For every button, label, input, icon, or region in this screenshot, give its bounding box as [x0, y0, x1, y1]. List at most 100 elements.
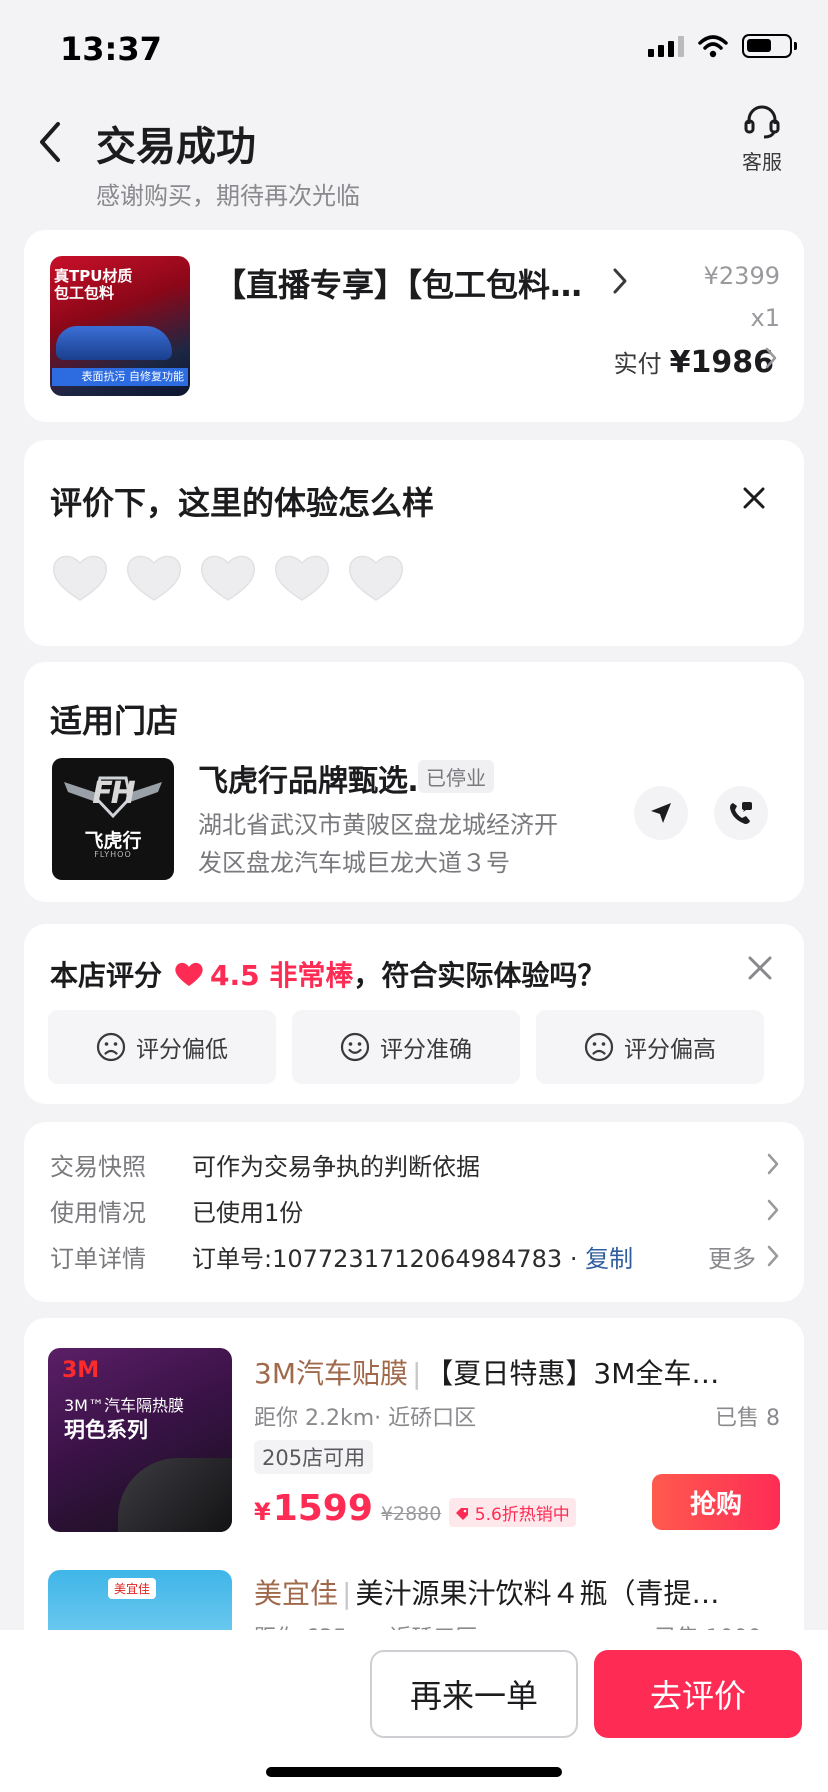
recommendation-title[interactable]: 3M汽车贴膜 | 【夏日特惠】3M全车…	[254, 1352, 719, 1392]
more-button[interactable]: 更多	[708, 1239, 756, 1274]
home-indicator[interactable]	[266, 1767, 562, 1777]
score-low-button[interactable]: 评分偏低	[48, 1010, 276, 1084]
close-icon[interactable]	[746, 954, 774, 982]
page-subtitle: 感谢购买，期待再次光临	[96, 182, 360, 210]
thumb-line: 玥色系列	[64, 1418, 148, 1442]
call-button[interactable]	[714, 786, 768, 840]
recommendation-title[interactable]: 美宜佳 | 美汁源果汁饮料４瓶（青提…	[254, 1572, 719, 1612]
store-score-prefix: 本店评分	[50, 959, 163, 992]
battery-icon	[742, 34, 797, 58]
paid-amount: ¥1986	[669, 345, 774, 380]
info-value: 可作为交易争执的判断依据	[192, 1152, 480, 1181]
chevron-right-icon	[613, 268, 627, 294]
order-number: 订单号:1077231712064984783 · 复制	[192, 1239, 708, 1274]
store-name[interactable]: 飞虎行品牌甄选…	[198, 756, 438, 800]
quantity: x1	[750, 304, 780, 332]
paid-amount-row[interactable]: 实付 ¥1986	[614, 344, 774, 380]
recommendation-name: 美汁源果汁饮料４瓶（青提…	[355, 1577, 720, 1610]
store-address: 湖北省武汉市黄陂区盘龙城经济开发区盘龙汽车城巨龙大道３号	[198, 811, 558, 877]
recommendation-price-row: ¥ 1599 ¥2880 5.6折热销中	[254, 1488, 576, 1529]
info-value: 已使用1份	[192, 1198, 304, 1227]
info-key: 订单详情	[50, 1244, 146, 1273]
status-icons	[648, 34, 797, 58]
recommendation-thumbnail[interactable]: 3M 3M™汽车隔热膜 玥色系列	[48, 1348, 232, 1532]
sad-face-icon	[96, 1032, 126, 1062]
recommendation-brand: 美宜佳	[254, 1577, 339, 1610]
recommendation-distance: 距你 2.2km· 近硚口区	[254, 1406, 477, 1431]
paid-label: 实付	[613, 350, 662, 378]
product-thumb-text: 真TPU材质 包工包料	[54, 267, 133, 302]
store-score-suffix: ，符合实际体验吗？	[353, 959, 606, 992]
write-review-button[interactable]: 去评价	[594, 1650, 802, 1738]
score-option-label: 评分偏低	[136, 1037, 228, 1063]
navigation-arrow-icon	[651, 803, 671, 823]
sad-face-icon	[584, 1032, 614, 1062]
usage-row[interactable]: 使用情况 已使用1份	[50, 1190, 780, 1230]
recommendation-brand: 3M汽车贴膜	[254, 1357, 408, 1390]
chevron-right-icon	[767, 1153, 779, 1175]
info-key: 使用情况	[50, 1198, 146, 1227]
product-title[interactable]: 【直播专享】【包工包料…	[214, 260, 582, 306]
chevron-right-icon	[767, 1245, 779, 1267]
phone-icon	[730, 802, 752, 824]
order-number-text: 订单号:1077231712064984783 ·	[192, 1244, 586, 1273]
3m-logo: 3M	[62, 1358, 100, 1383]
deal-badge: 5.6折热销中	[449, 1498, 576, 1527]
heart-icon	[175, 962, 203, 986]
recommendation-tag: 205店可用	[254, 1440, 374, 1474]
buy-now-button[interactable]: 抢购	[652, 1474, 780, 1530]
store-score-line: 本店评分 4.5 非常棒 ，符合实际体验吗？	[50, 954, 605, 994]
status-time: 13:37	[60, 30, 162, 68]
rating-card: 评价下，这里的体验怎么样	[24, 440, 804, 646]
store-heading: 适用门店	[50, 702, 179, 740]
thumb-brand: 美宜佳	[108, 1578, 157, 1599]
store-score-value: 4.5 非常棒	[210, 959, 354, 992]
score-option-label: 评分准确	[380, 1037, 472, 1063]
store-logo[interactable]: FH 飞虎行 FLYHOO	[52, 758, 174, 880]
score-option-label: 评分偏高	[624, 1037, 716, 1063]
smile-face-icon	[340, 1032, 370, 1062]
chevron-right-icon	[767, 1199, 779, 1221]
heart-rating-icon[interactable]	[198, 550, 258, 604]
store-logo-mark: FH	[92, 776, 136, 811]
recommendation-price: 1599	[272, 1488, 373, 1529]
store-logo-en: FLYHOO	[94, 850, 132, 859]
store-logo-cn: 飞虎行	[84, 830, 142, 852]
headset-icon	[744, 105, 780, 139]
recommendation-old-price: ¥2880	[380, 1503, 442, 1525]
deal-text: 5.6折热销中	[474, 1505, 570, 1525]
title-separator: |	[342, 1577, 352, 1610]
tag-icon	[456, 1508, 469, 1520]
rating-hearts	[50, 550, 406, 604]
info-key: 交易快照	[50, 1152, 146, 1181]
score-accurate-button[interactable]: 评分准确	[292, 1010, 520, 1084]
score-options: 评分偏低 评分准确 评分偏高	[48, 1010, 764, 1084]
heart-rating-icon[interactable]	[50, 550, 110, 604]
snapshot-row[interactable]: 交易快照 可作为交易争执的判断依据	[50, 1144, 780, 1184]
copy-button[interactable]: 复制	[585, 1245, 633, 1273]
navigate-button[interactable]	[634, 786, 688, 840]
order-again-button[interactable]: 再来一单	[370, 1650, 578, 1738]
heart-rating-icon[interactable]	[346, 550, 406, 604]
bottom-action-bar: 再来一单 去评价	[0, 1630, 828, 1792]
thumb-line: 3M™汽车隔热膜	[64, 1396, 184, 1415]
original-price: ¥2399	[703, 262, 780, 290]
heart-rating-icon[interactable]	[272, 550, 332, 604]
product-thumbnail[interactable]: 真TPU材质 包工包料 表面抗污 自修复功能	[50, 256, 190, 396]
product-thumb-badge: 表面抗污 自修复功能	[52, 368, 188, 386]
close-icon[interactable]	[740, 484, 768, 512]
heart-rating-icon[interactable]	[124, 550, 184, 604]
car-image	[56, 326, 172, 360]
customer-service-button[interactable]: 客服	[732, 104, 792, 175]
back-arrow-icon[interactable]	[34, 118, 66, 166]
score-high-button[interactable]: 评分偏高	[536, 1010, 764, 1084]
chevron-right-icon[interactable]	[764, 346, 778, 370]
rating-prompt: 评价下，这里的体验怎么样	[50, 484, 435, 522]
product-card[interactable]: 真TPU材质 包工包料 表面抗污 自修复功能 【直播专享】【包工包料… ¥239…	[24, 230, 804, 422]
wifi-icon	[698, 35, 728, 58]
title-separator: |	[411, 1357, 422, 1390]
currency-symbol: ¥	[254, 1498, 271, 1526]
car-mirror-image	[118, 1458, 232, 1532]
customer-service-label: 客服	[742, 150, 782, 174]
order-detail-row[interactable]: 订单详情 订单号:1077231712064984783 · 复制 更多	[50, 1236, 780, 1276]
